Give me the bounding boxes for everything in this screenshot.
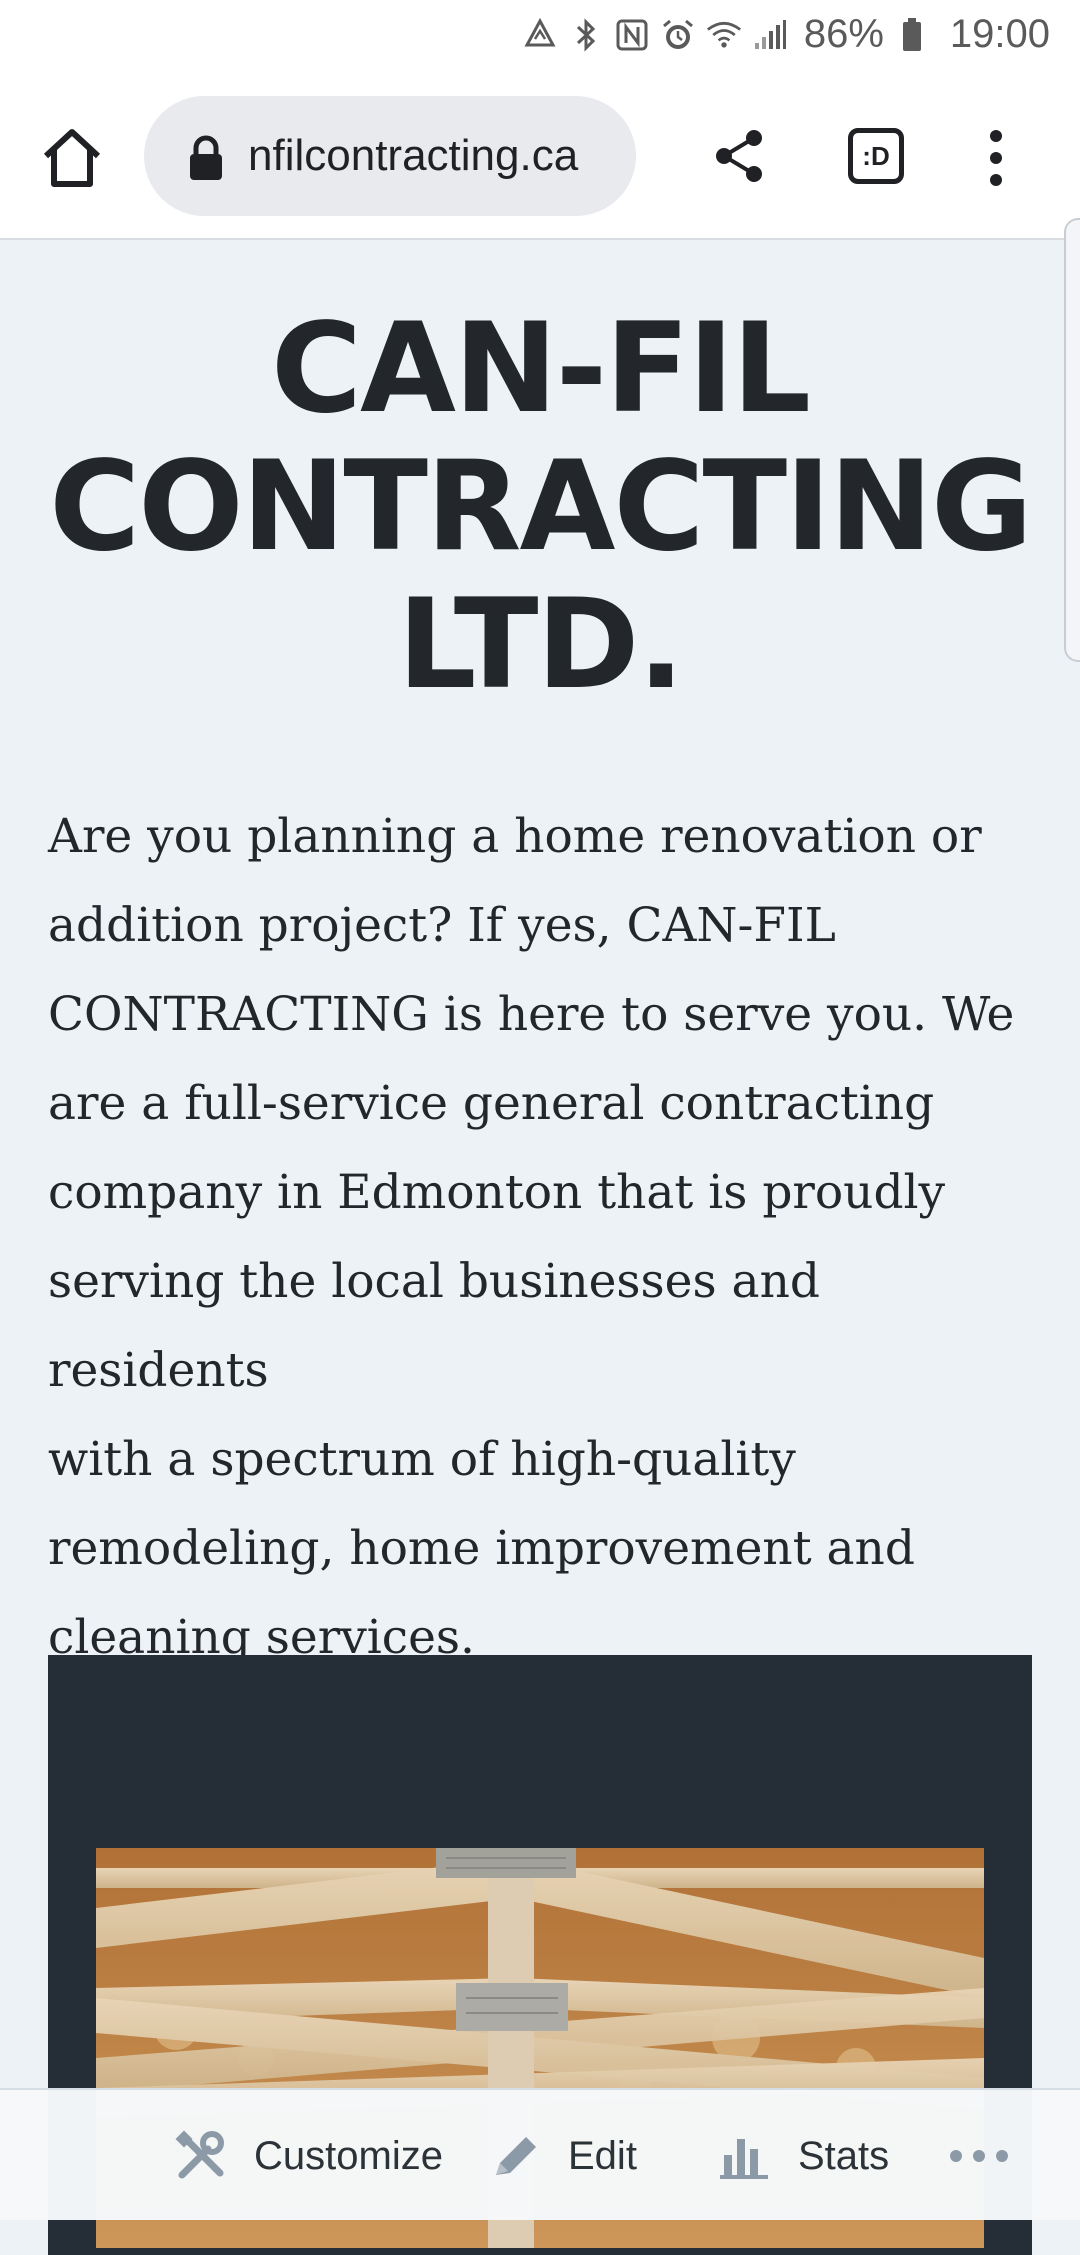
stats-label: Stats	[798, 2133, 890, 2178]
sync-icon	[522, 17, 558, 53]
title-line: LTD.	[397, 573, 684, 717]
more-options-icon[interactable]	[948, 2144, 1010, 2168]
share-icon[interactable]	[712, 128, 768, 184]
intro-line: remodeling, home improvement and	[48, 1521, 915, 1576]
battery-icon	[894, 17, 930, 53]
status-icons: 86% 19:00	[522, 12, 1050, 57]
home-icon[interactable]	[36, 122, 108, 194]
intro-paragraph: Are you planning a home renovation or ad…	[48, 792, 1038, 1682]
lock-icon	[186, 134, 226, 182]
nfc-icon	[614, 17, 650, 53]
signal-icon	[752, 17, 788, 53]
bluetooth-icon	[568, 17, 604, 53]
title-line: CAN-FIL	[270, 297, 811, 441]
intro-line: addition project? If yes, CAN-FIL	[48, 898, 836, 953]
pencil-icon	[488, 2129, 542, 2183]
edit-button[interactable]: Edit	[488, 2090, 637, 2222]
site-admin-bar: Customize Edit Stats	[0, 2088, 1080, 2220]
intro-line: with a spectrum of high-quality	[48, 1432, 796, 1487]
battery-percent: 86%	[803, 12, 884, 56]
tools-icon	[174, 2129, 228, 2183]
intro-line: CONTRACTING is here to serve you. We	[48, 987, 1015, 1042]
tab-switcher-icon[interactable]: :D	[848, 128, 904, 184]
intro-line: company in Edmonton that is proudly	[48, 1165, 946, 1220]
bar-chart-icon	[718, 2129, 772, 2183]
edit-label: Edit	[568, 2133, 637, 2178]
overflow-menu-icon[interactable]	[984, 122, 1008, 194]
url-text[interactable]: nfilcontracting.ca	[248, 96, 618, 216]
stats-button[interactable]: Stats	[718, 2090, 889, 2222]
alarm-icon	[660, 17, 696, 53]
intro-line: are a full-service general contracting	[48, 1076, 935, 1131]
scroll-handle[interactable]	[1064, 218, 1080, 662]
intro-line: serving the local businesses and residen…	[48, 1254, 820, 1398]
address-bar[interactable]: nfilcontracting.ca	[144, 96, 636, 216]
status-bar: 86% 19:00	[0, 0, 1080, 72]
wifi-icon	[706, 17, 742, 53]
clock: 19:00	[949, 12, 1050, 56]
customize-label: Customize	[254, 2133, 443, 2178]
title-line: CONTRACTING	[49, 435, 1033, 579]
browser-toolbar: nfilcontracting.ca :D	[0, 72, 1080, 240]
customize-button[interactable]: Customize	[174, 2090, 443, 2222]
site-title: CAN-FIL CONTRACTING LTD.	[40, 300, 1040, 714]
intro-line: Are you planning a home renovation or	[48, 809, 982, 864]
